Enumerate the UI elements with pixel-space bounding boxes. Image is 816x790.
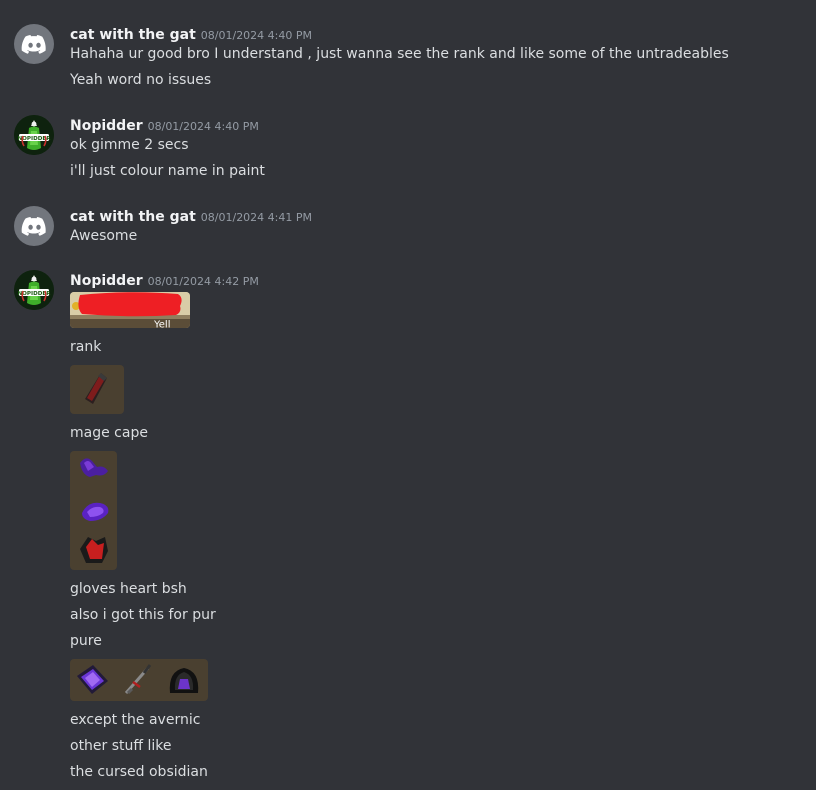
user-avatar[interactable] bbox=[14, 24, 54, 64]
rank-screenshot-attachment[interactable]: Yell bbox=[70, 292, 190, 328]
items-stack-image bbox=[70, 451, 117, 570]
username[interactable]: cat with the gat bbox=[70, 209, 196, 225]
message-text: also i got this for pur bbox=[70, 607, 216, 623]
message-text: except the avernic bbox=[70, 712, 201, 728]
chat-message-list: cat with the gat 08/01/2024 4:40 PM Hahah… bbox=[0, 0, 816, 790]
username[interactable]: Nopidder bbox=[70, 273, 143, 289]
message-text: Awesome bbox=[70, 228, 138, 244]
user-avatar[interactable]: NOPIDDER bbox=[14, 270, 54, 310]
message-text: i'll just colour name in paint bbox=[70, 163, 265, 179]
message-text: Hahaha ur good bro I understand , just w… bbox=[70, 46, 729, 62]
rank-image-text: Yell bbox=[153, 320, 171, 329]
message-header: cat with the gat 08/01/2024 4:41 PM bbox=[70, 206, 312, 225]
gloves-heart-bsh-attachment[interactable] bbox=[70, 451, 117, 570]
timestamp: 08/01/2024 4:40 PM bbox=[147, 120, 259, 133]
timestamp: 08/01/2024 4:40 PM bbox=[200, 29, 313, 42]
discord-logo-icon bbox=[21, 217, 46, 236]
message-text: other stuff like bbox=[70, 738, 172, 754]
message-text: the cursed obsidian bbox=[70, 764, 208, 780]
message-text: ok gimme 2 secs bbox=[70, 137, 189, 153]
message-text: Yeah word no issues bbox=[70, 72, 212, 88]
nopidder-avatar: NOPIDDER bbox=[14, 270, 54, 310]
user-avatar[interactable] bbox=[14, 206, 54, 246]
username[interactable]: cat with the gat bbox=[70, 27, 196, 43]
pure-items-image bbox=[70, 659, 208, 701]
message-text: rank bbox=[70, 339, 102, 355]
message-header: Nopidder 08/01/2024 4:40 PM bbox=[70, 115, 259, 134]
username[interactable]: Nopidder bbox=[70, 118, 143, 134]
timestamp: 08/01/2024 4:42 PM bbox=[147, 275, 259, 288]
message-header: cat with the gat 08/01/2024 4:40 PM bbox=[70, 24, 312, 43]
message-header: Nopidder 08/01/2024 4:42 PM bbox=[70, 270, 259, 289]
timestamp: 08/01/2024 4:41 PM bbox=[200, 211, 313, 224]
rank-screenshot-image: Yell bbox=[70, 292, 190, 328]
discord-logo-icon bbox=[21, 35, 46, 54]
mage-cape-attachment[interactable] bbox=[70, 365, 124, 414]
message-text: gloves heart bsh bbox=[70, 581, 187, 597]
nopidder-avatar: NOPIDDER bbox=[14, 115, 54, 155]
cape-icon bbox=[70, 365, 124, 414]
pure-items-attachment[interactable] bbox=[70, 659, 208, 701]
user-avatar[interactable]: NOPIDDER bbox=[14, 115, 54, 155]
message-text: mage cape bbox=[70, 425, 148, 441]
message-text: pure bbox=[70, 633, 102, 649]
